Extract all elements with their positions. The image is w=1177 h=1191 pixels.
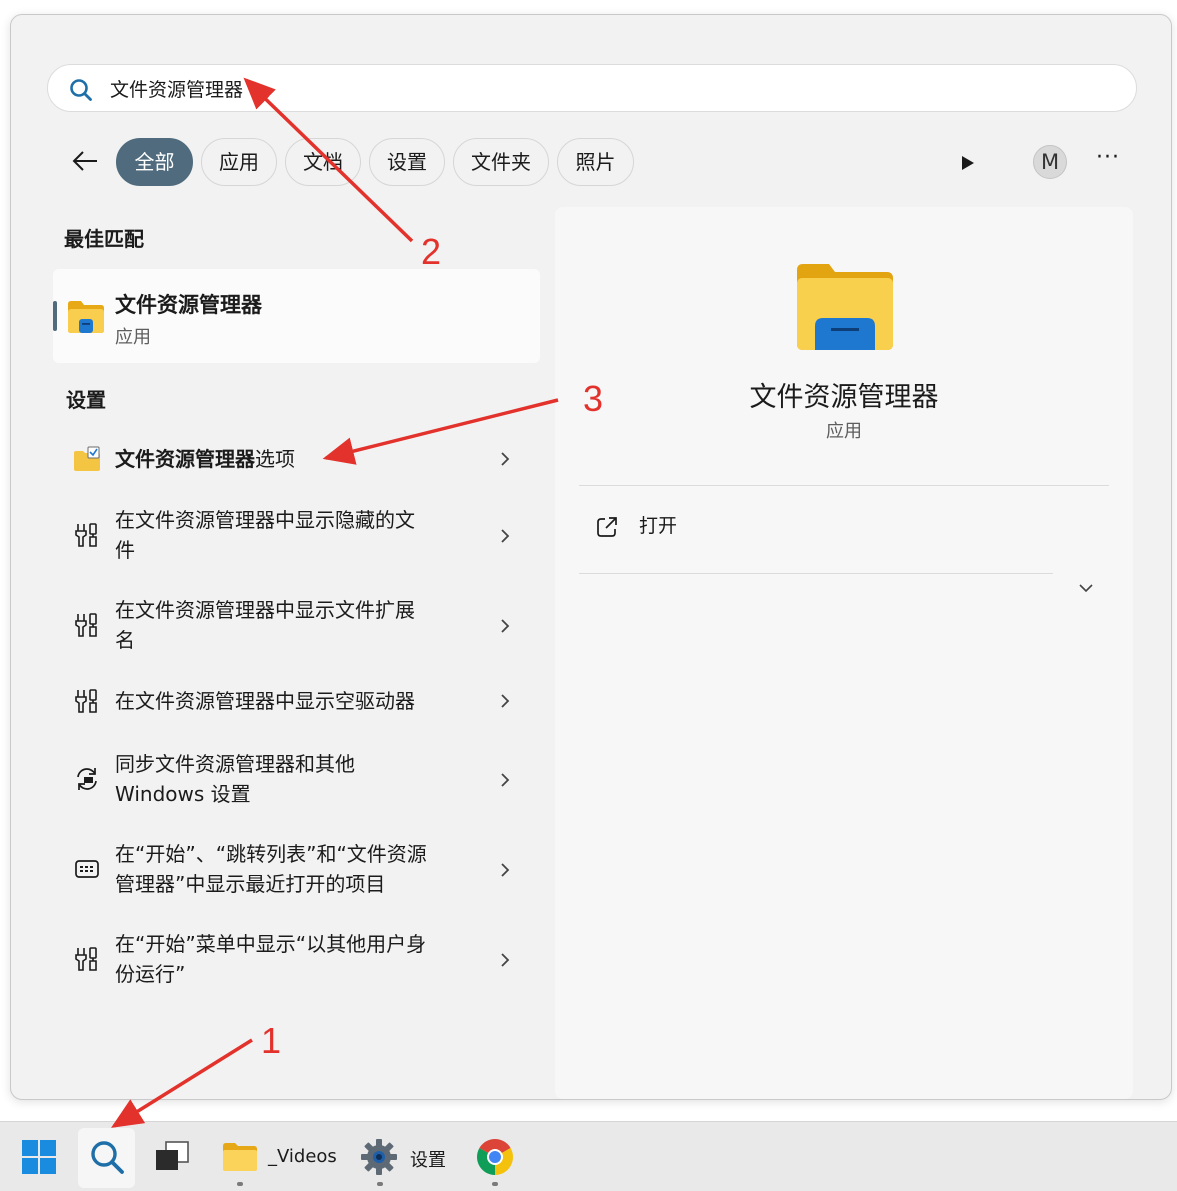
settings-tools-icon — [75, 689, 97, 713]
filter-apps[interactable]: 应用 — [201, 138, 277, 186]
running-indicator — [377, 1182, 383, 1186]
filter-photos[interactable]: 照片 — [557, 138, 634, 186]
taskbar-search-button[interactable] — [78, 1128, 135, 1188]
settings-item-show-extensions[interactable]: 在文件资源管理器中显示文件扩展名 — [53, 593, 540, 657]
gear-icon — [361, 1139, 397, 1175]
search-icon — [70, 79, 92, 101]
search-icon — [91, 1141, 124, 1174]
task-view-button[interactable] — [150, 1122, 194, 1191]
divider — [579, 573, 1053, 574]
filter-folders[interactable]: 文件夹 — [453, 138, 549, 186]
chevron-right-icon — [501, 452, 510, 466]
chevron-right-icon — [501, 863, 510, 877]
chevron-right-icon — [501, 619, 510, 633]
settings-item-folder-options[interactable]: 文件资源管理器选项 — [53, 439, 540, 479]
settings-item-run-as-other-user[interactable]: 在“开始”菜单中显示“以其他用户身 份运行” — [53, 927, 540, 991]
settings-item-label: 同步文件资源管理器和其他 Windows 设置 — [115, 752, 355, 806]
settings-tools-icon — [75, 613, 97, 637]
annotation-number-3: 3 — [583, 378, 604, 419]
recent-items-icon — [75, 860, 99, 878]
best-match-kind: 应用 — [115, 327, 151, 348]
chevron-right-icon — [501, 953, 510, 967]
preview-pane: 文件资源管理器 应用 打开 — [555, 207, 1133, 1099]
chevron-right-icon — [501, 529, 510, 543]
settings-item-label: 在文件资源管理器中显示隐藏的文件 — [115, 508, 415, 562]
best-match-item[interactable]: 文件资源管理器 应用 — [53, 269, 540, 363]
file-explorer-large-icon — [797, 264, 893, 350]
back-button[interactable] — [65, 143, 105, 179]
settings-item-label: 在文件资源管理器中显示空驱动器 — [115, 689, 415, 713]
settings-item-label: 文件资源管理器选项 — [115, 447, 295, 471]
more-options-button[interactable]: ··· — [1093, 147, 1123, 177]
settings-tools-icon — [75, 523, 97, 547]
settings-item-show-empty-drives[interactable]: 在文件资源管理器中显示空驱动器 — [53, 681, 540, 721]
taskbar-settings-label: 设置 — [410, 1150, 446, 1171]
annotation-number-1: 1 — [261, 1020, 282, 1061]
settings-tools-icon — [75, 947, 97, 971]
taskbar: _Videos 设置 — [0, 1121, 1177, 1191]
play-icon[interactable] — [955, 151, 979, 175]
windows-logo-icon — [22, 1140, 56, 1174]
file-explorer-icon — [68, 301, 104, 333]
back-arrow-icon — [72, 151, 97, 171]
settings-heading: 设置 — [66, 388, 106, 412]
open-button[interactable]: 打开 — [595, 513, 795, 543]
chevron-right-icon — [501, 694, 510, 708]
preview-kind: 应用 — [826, 421, 862, 442]
divider — [579, 485, 1109, 486]
settings-item-recent-items[interactable]: 在“开始”、“跳转列表”和“文件资源 管理器”中显示最近打开的项目 — [53, 837, 540, 901]
open-external-icon — [597, 517, 617, 537]
settings-item-sync-windows[interactable]: 同步文件资源管理器和其他 Windows 设置 — [53, 747, 540, 811]
search-input[interactable] — [110, 73, 1090, 103]
taskbar-videos-label: _Videos — [268, 1146, 337, 1167]
selection-indicator — [53, 301, 57, 331]
sync-icon — [77, 768, 97, 790]
running-indicator — [237, 1182, 243, 1186]
account-avatar[interactable]: M — [1033, 145, 1067, 179]
taskbar-videos-folder[interactable]: _Videos — [218, 1122, 338, 1191]
chrome-icon — [476, 1138, 514, 1175]
running-indicator — [492, 1182, 498, 1186]
search-flyout: 全部 应用 文档 设置 文件夹 照片 M ··· 最佳匹配 文件资源管理器 应用… — [10, 14, 1172, 1100]
settings-item-label: 在文件资源管理器中显示文件扩展名 — [115, 598, 415, 652]
chevron-down-icon[interactable] — [1077, 579, 1095, 597]
settings-item-label: 在“开始”菜单中显示“以其他用户身 份运行” — [115, 932, 427, 986]
task-view-icon — [156, 1141, 189, 1170]
search-box[interactable] — [47, 64, 1137, 112]
start-button[interactable] — [20, 1122, 60, 1191]
settings-item-show-hidden[interactable]: 在文件资源管理器中显示隐藏的文件 — [53, 503, 540, 567]
chevron-right-icon — [501, 773, 510, 787]
best-match-name: 文件资源管理器 — [115, 293, 262, 317]
best-match-heading: 最佳匹配 — [64, 227, 144, 251]
folder-options-icon — [74, 446, 100, 471]
open-label: 打开 — [639, 515, 678, 537]
preview-title: 文件资源管理器 — [749, 382, 939, 413]
folder-icon — [223, 1143, 257, 1171]
filter-documents[interactable]: 文档 — [285, 138, 361, 186]
filter-settings[interactable]: 设置 — [369, 138, 445, 186]
filter-all[interactable]: 全部 — [116, 138, 193, 186]
taskbar-settings[interactable]: 设置 — [358, 1122, 458, 1191]
settings-item-label: 在“开始”、“跳转列表”和“文件资源 管理器”中显示最近打开的项目 — [115, 842, 427, 896]
annotation-number-2: 2 — [421, 231, 442, 272]
taskbar-chrome[interactable] — [474, 1122, 518, 1191]
